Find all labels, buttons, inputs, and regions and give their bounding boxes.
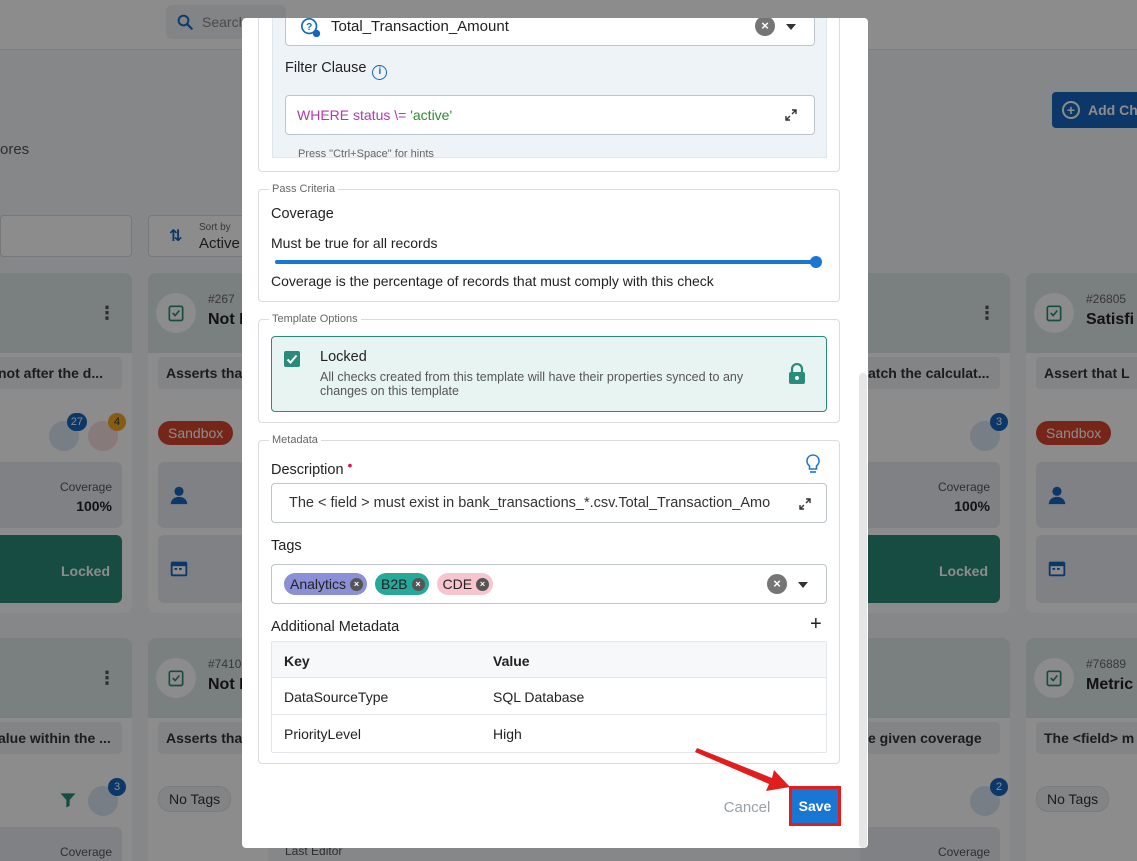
row-key: DataSourceType — [284, 689, 389, 705]
tag-chip-analytics[interactable]: Analytics × — [284, 573, 368, 595]
scrollbar[interactable] — [858, 373, 868, 848]
close-icon[interactable]: × — [476, 577, 490, 591]
sql-string: 'active' — [410, 107, 453, 123]
check-icon — [286, 354, 298, 364]
locked-description: All checks created from this template wi… — [320, 370, 744, 398]
svg-text:?: ? — [306, 22, 312, 33]
close-icon[interactable]: × — [411, 577, 425, 591]
tags-label: Tags — [271, 538, 302, 554]
template-options-section: Template Options Locked All checks creat… — [258, 313, 840, 423]
close-icon[interactable]: × — [350, 577, 364, 591]
table-header-row: Key Value — [272, 642, 826, 678]
coverage-title: Coverage — [271, 206, 334, 222]
column-header-value: Value — [493, 653, 530, 669]
table-row[interactable]: DataSourceType SQL Database — [272, 678, 826, 715]
clear-tags-icon[interactable]: × — [767, 574, 787, 594]
description-value: The < field > must exist in bank_transac… — [289, 495, 771, 511]
coverage-subtitle: Must be true for all records — [271, 235, 438, 251]
description-label: Description • — [271, 457, 352, 478]
filter-hint: Press "Ctrl+Space" for hints — [298, 148, 434, 160]
coverage-slider-track[interactable] — [275, 260, 817, 264]
tags-select[interactable]: Analytics × B2B × CDE × × — [271, 564, 827, 604]
sql-keyword: WHERE status — [297, 107, 391, 123]
tag-chip-cde[interactable]: CDE × — [436, 573, 494, 595]
row-value: High — [493, 726, 522, 742]
locked-title: Locked — [320, 349, 367, 365]
template-options-legend: Template Options — [269, 313, 361, 325]
properties-panel: ? Total_Transaction_Amount × Filter Clau… — [272, 18, 827, 160]
additional-metadata-label: Additional Metadata — [271, 619, 400, 635]
pass-criteria-legend: Pass Criteria — [269, 183, 338, 195]
lock-icon — [789, 363, 805, 384]
coverage-slider-thumb[interactable] — [810, 256, 822, 268]
sql-operator: \= — [390, 107, 411, 123]
tag-chip-b2b[interactable]: B2B × — [375, 573, 429, 595]
scrollbar-thumb[interactable] — [859, 373, 867, 848]
plus-icon[interactable]: + — [810, 613, 822, 636]
locked-checkbox[interactable] — [284, 351, 300, 367]
description-label-text: Description — [271, 462, 344, 478]
edit-template-dialog: ? Total_Transaction_Amount × Filter Clau… — [242, 18, 868, 848]
filter-clause-label-text: Filter Clause — [285, 60, 367, 76]
tag-chip-label: CDE — [442, 576, 473, 592]
tag-chip-label: Analytics — [290, 576, 347, 592]
row-value: SQL Database — [493, 689, 585, 705]
field-select[interactable]: ? Total_Transaction_Amount × — [285, 18, 815, 46]
filter-clause-editor[interactable]: WHERE status \= 'active' — [285, 95, 815, 135]
help-settings-icon: ? — [301, 18, 321, 38]
metadata-table: Key Value DataSourceType SQL Database Pr… — [271, 641, 827, 753]
table-row[interactable]: PriorityLevel High — [272, 715, 826, 752]
info-icon[interactable]: i — [372, 65, 388, 80]
check-properties-section: ? Total_Transaction_Amount × Filter Clau… — [258, 18, 840, 172]
tags-chip-list: Analytics × B2B × CDE × — [284, 573, 501, 595]
pass-criteria-section: Pass Criteria Coverage Must be true for … — [258, 183, 840, 302]
tag-chip-label: B2B — [381, 576, 408, 592]
bulb-icon[interactable] — [805, 454, 821, 474]
locked-option[interactable]: Locked All checks created from this temp… — [271, 336, 827, 412]
cancel-button[interactable]: Cancel — [712, 796, 782, 820]
chevron-down-icon[interactable] — [786, 24, 796, 30]
metadata-section: Metadata Description • The < field > must… — [258, 434, 840, 764]
coverage-helper-text: Coverage is the percentage of records th… — [271, 273, 714, 289]
expand-icon[interactable] — [798, 497, 812, 511]
metadata-legend: Metadata — [269, 434, 321, 446]
row-key: PriorityLevel — [284, 726, 362, 742]
column-header-key: Key — [284, 653, 310, 669]
expand-icon[interactable] — [784, 108, 798, 122]
clear-icon[interactable]: × — [755, 18, 775, 36]
save-button[interactable]: Save — [792, 789, 838, 823]
filter-clause-label: Filter Clause i — [285, 60, 388, 80]
field-select-value: Total_Transaction_Amount — [331, 18, 509, 35]
required-indicator: • — [347, 457, 353, 473]
chevron-down-icon[interactable] — [798, 582, 808, 588]
description-input[interactable]: The < field > must exist in bank_transac… — [271, 483, 827, 523]
